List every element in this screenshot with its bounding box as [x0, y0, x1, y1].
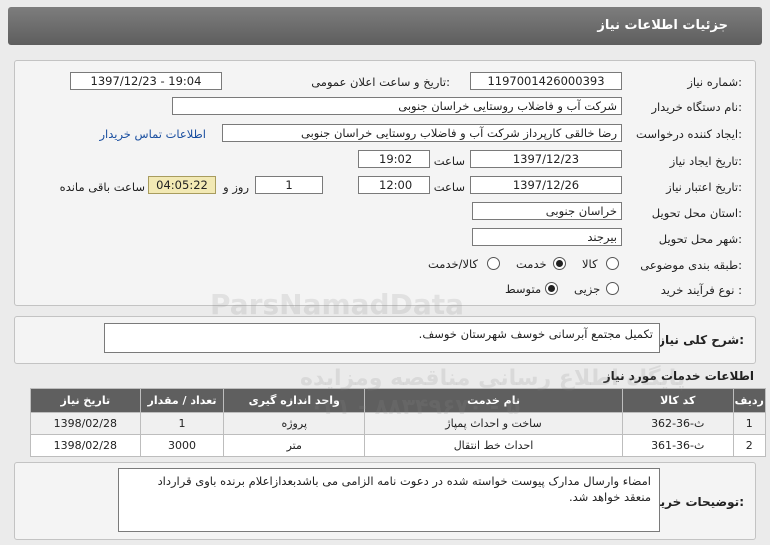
cell-row: 2 [732, 434, 767, 457]
summary-label: شرح کلی نیاز: [658, 333, 744, 347]
category-goods-radio[interactable] [606, 257, 619, 270]
category-service-radio[interactable] [553, 257, 566, 270]
buyer-org-field[interactable]: شرکت آب و فاضلاب روستایی خراسان جنوبی [172, 97, 622, 115]
buyer-notes-field: امضاء وارسال مدارک پیوست خواسته شده در د… [118, 468, 660, 532]
delivery-province-label: استان محل تحویل: [651, 206, 742, 220]
page-title: جزئیات اطلاعات نیاز [597, 18, 728, 33]
col-quantity-header: تعداد / مقدار [139, 388, 225, 413]
days-label: روز و [223, 180, 249, 194]
creation-date-field[interactable]: 1397/12/23 [470, 150, 622, 168]
cell-code: ث-36-361 [621, 434, 734, 457]
requester-label: ایجاد کننده درخواست: [636, 127, 742, 141]
announce-datetime-field[interactable]: 1397/12/23 - 19:04 [70, 72, 222, 90]
creation-date-label: تاریخ ایجاد نیاز: [669, 154, 742, 168]
category-goods-label: کالا [582, 257, 598, 271]
validity-date-label: تاریخ اعتبار نیاز: [666, 180, 742, 194]
cell-unit: متر [223, 434, 366, 457]
cell-service-name: احداث خط انتقال [364, 434, 623, 457]
cell-code: ث-36-362 [621, 412, 734, 435]
delivery-city-label: شهر محل تحویل: [658, 232, 742, 246]
buyer-org-label: نام دستگاه خریدار: [651, 100, 742, 114]
need-number-field[interactable]: 1197001426000393 [470, 72, 622, 90]
summary-field: تکمیل مجتمع آبرسانی خوسف شهرستان خوسف. [104, 323, 660, 353]
requester-field[interactable]: رضا خالقی کارپرداز شرکت آب و فاضلاب روست… [222, 124, 622, 142]
process-minor-radio[interactable] [606, 282, 619, 295]
cell-need-date: 1398/02/28 [30, 434, 141, 457]
time-remaining-field: 04:05:22 [148, 176, 216, 194]
watermark-brand: ParsNamadData [210, 288, 464, 321]
announce-datetime-label: تاریخ و ساعت اعلان عمومی: [311, 75, 450, 89]
page-header: جزئیات اطلاعات نیاز [8, 7, 762, 45]
process-medium-radio[interactable] [545, 282, 558, 295]
cell-row: 1 [732, 412, 767, 435]
validity-time-field[interactable]: 12:00 [358, 176, 430, 194]
category-goods-service-label: کالا/خدمت [428, 257, 479, 271]
category-service-label: خدمت [516, 257, 547, 271]
process-medium-label: متوسط [505, 282, 542, 296]
process-minor-label: جزیی [574, 282, 601, 296]
creation-time-label: ساعت [433, 154, 465, 168]
purchase-process-label: نوع فرآیند خرید : [660, 283, 742, 297]
watermark-line1: پایگاه اطلاع رسانی مناقصه ومزایده [300, 366, 686, 391]
need-number-label: شماره نیاز: [687, 75, 742, 89]
validity-time-label: ساعت [433, 180, 465, 194]
cell-quantity: 3000 [139, 434, 225, 457]
delivery-city-field[interactable]: بیرجند [472, 228, 622, 246]
days-remaining-field[interactable]: 1 [255, 176, 323, 194]
time-remaining-label: ساعت باقی مانده [59, 180, 145, 194]
col-row-header: ردیف [732, 388, 767, 413]
col-code-header: کد کالا [621, 388, 734, 413]
category-label: طبقه بندی موضوعی: [640, 258, 742, 272]
watermark-line2: ۰۲۱ - ۸۸۳۴۹۶۷۰ - ۵ [310, 395, 521, 420]
validity-date-field[interactable]: 1397/12/26 [470, 176, 622, 194]
table-row[interactable]: 2 ث-36-361 احداث خط انتقال متر 3000 1398… [30, 434, 767, 457]
category-goods-service-radio[interactable] [487, 257, 500, 270]
creation-time-field[interactable]: 19:02 [358, 150, 430, 168]
cell-quantity: 1 [139, 412, 225, 435]
col-need-date-header: تاریخ نیاز [30, 388, 141, 413]
delivery-province-field[interactable]: خراسان جنوبی [472, 202, 622, 220]
buyer-contact-link[interactable]: اطلاعات تماس خریدار [99, 127, 206, 141]
cell-need-date: 1398/02/28 [30, 412, 141, 435]
